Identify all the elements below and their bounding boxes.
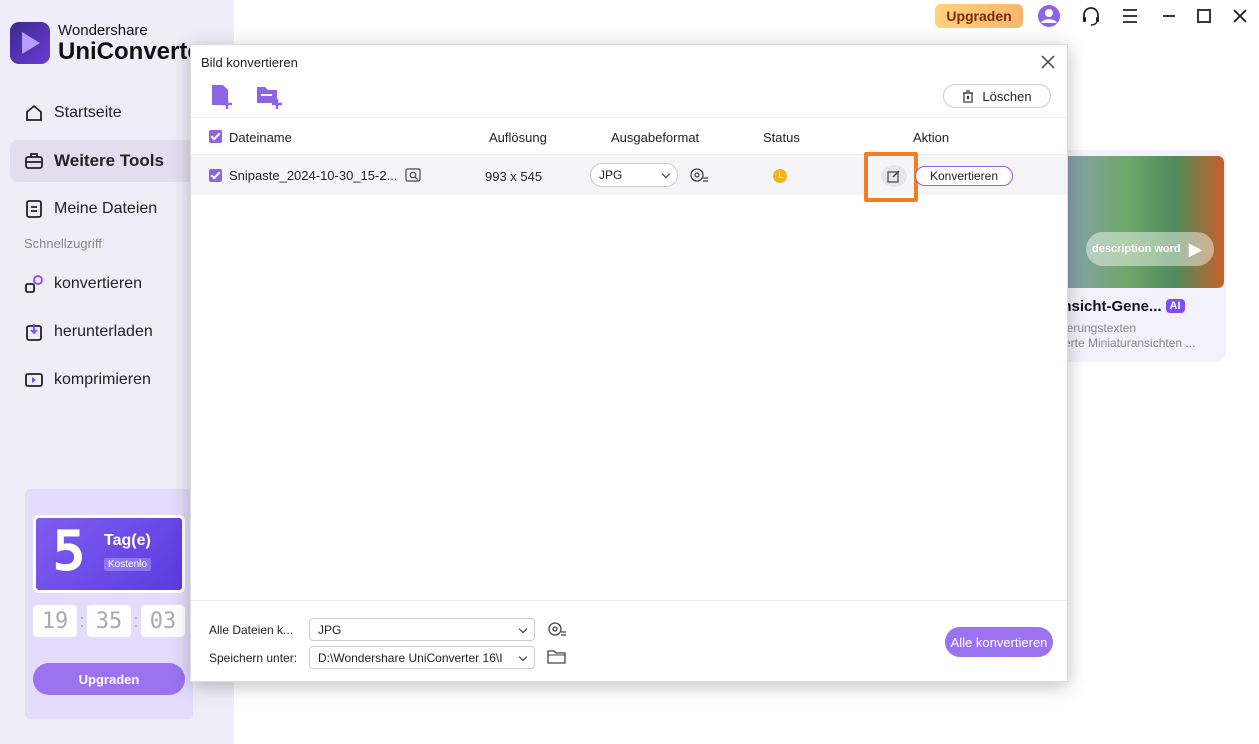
trial-days-number: 5: [52, 519, 86, 584]
settings-gear-icon: [690, 168, 708, 182]
column-header-action: Aktion: [913, 130, 950, 145]
close-icon: [1233, 9, 1247, 23]
sidebar-item-label: Meine Dateien: [54, 200, 158, 217]
minimize-icon: [1163, 15, 1175, 17]
sidebar-item-label: herunterladen: [54, 323, 153, 340]
close-window-button[interactable]: [1228, 4, 1252, 28]
add-file-button[interactable]: [209, 83, 237, 111]
row-convert-button[interactable]: Konvertieren: [915, 166, 1013, 186]
menu-icon: [1121, 9, 1137, 23]
avatar[interactable]: [1037, 4, 1061, 28]
upgrade-button[interactable]: Upgraden: [935, 4, 1023, 28]
download-icon: [26, 324, 42, 341]
dialog-close-button[interactable]: [1037, 51, 1059, 73]
timer-minutes: 35: [87, 605, 131, 637]
trash-icon: [963, 89, 974, 103]
preview-button[interactable]: [405, 167, 421, 186]
play-icon: ▶: [1188, 238, 1203, 259]
column-header-filename: Dateiname: [229, 130, 292, 145]
promo-upgrade-button[interactable]: Upgraden: [33, 663, 185, 695]
row-checkbox[interactable]: [209, 169, 222, 182]
maximize-button[interactable]: [1192, 4, 1216, 28]
maximize-icon: [1197, 9, 1211, 23]
sidebar-item-label: komprimieren: [54, 371, 151, 388]
description-word-pill: description word ▶: [1086, 232, 1214, 266]
select-all-checkbox[interactable]: [209, 130, 222, 143]
thumbnail-preview-image: description word ▶: [1060, 156, 1224, 288]
compress-icon: [25, 373, 43, 387]
timer-seconds: 03: [141, 605, 185, 637]
convert-icon: [25, 275, 43, 293]
row-format-select[interactable]: JPG: [590, 163, 678, 187]
dialog-title: Bild konvertieren: [201, 55, 298, 70]
clear-button[interactable]: Löschen: [943, 84, 1051, 108]
countdown-timer: 19 : 35 : 03: [33, 605, 185, 637]
home-icon: [26, 104, 42, 121]
all-files-settings-button[interactable]: [547, 620, 567, 643]
preview-search-icon: [405, 168, 421, 182]
add-folder-button[interactable]: [255, 83, 283, 111]
toolbox-icon: [25, 153, 43, 169]
open-folder-button[interactable]: [547, 649, 567, 670]
add-folder-icon: [257, 87, 282, 109]
user-avatar-icon: [1038, 5, 1060, 27]
edit-icon: [887, 170, 900, 183]
row-filename: Snipaste_2024-10-30_15-2...: [229, 168, 398, 183]
settings-gear-icon: [548, 622, 566, 636]
convert-all-button[interactable]: Alle konvertieren: [945, 627, 1053, 657]
row-resolution: 993 x 545: [485, 169, 543, 184]
trial-promo: 5 Tag(e) Kostenlo 19 : 35 : 03 Upgraden: [25, 489, 193, 719]
close-icon: [1041, 55, 1055, 69]
status-pending-icon: [773, 169, 787, 183]
all-files-format-select[interactable]: JPG: [309, 618, 535, 641]
trial-card: 5 Tag(e) Kostenlo: [33, 515, 185, 593]
sidebar-item-label: konvertieren: [54, 275, 143, 292]
row-format-settings-button[interactable]: [689, 166, 709, 187]
folder-icon: [547, 650, 566, 664]
file-table-header: Dateiname Auflösung Ausgabeformat Status…: [191, 117, 1067, 155]
chevron-down-icon: [661, 169, 671, 179]
brand: Wondershare UniConverter: [10, 22, 210, 64]
ai-badge: AI: [1165, 299, 1185, 313]
column-header-status: Status: [763, 130, 800, 145]
trial-free-label: Kostenlo: [104, 558, 151, 571]
chevron-down-icon: [518, 652, 528, 662]
add-file-icon: [212, 85, 232, 109]
sidebar-item-label: Weitere Tools: [54, 151, 164, 170]
card-title: ansicht-Gene... AI: [1054, 298, 1185, 315]
card-description-line1: lerungstexten: [1064, 321, 1137, 335]
save-location-label: Speichern unter:: [209, 651, 298, 665]
menu-button[interactable]: [1118, 4, 1142, 28]
uniconverter-logo-icon: [10, 22, 50, 64]
timer-hours: 19: [33, 605, 77, 637]
image-convert-dialog: Bild konvertieren Löschen Dateiname Aufl…: [190, 44, 1068, 682]
column-header-format: Ausgabeformat: [611, 130, 700, 145]
trial-days-label: Tag(e): [104, 532, 151, 549]
card-description-line2: erte Miniaturansichten ...: [1064, 336, 1196, 350]
edit-button[interactable]: [881, 165, 907, 187]
save-path-select[interactable]: D:\Wondershare UniConverter 16\I: [309, 646, 535, 669]
chevron-down-icon: [518, 624, 528, 634]
files-icon: [26, 200, 42, 218]
all-files-label: Alle Dateien k...: [209, 623, 294, 637]
brand-main: UniConverter: [58, 37, 211, 65]
brand-top: Wondershare: [58, 21, 148, 39]
sidebar-item-label: Startseite: [54, 104, 122, 121]
support-button[interactable]: [1079, 4, 1103, 28]
column-header-resolution: Auflösung: [489, 130, 547, 145]
headset-icon: [1083, 7, 1099, 26]
minimize-button[interactable]: [1157, 4, 1181, 28]
dialog-footer: Alle Dateien k... JPG Speichern unter: D…: [191, 600, 1067, 682]
